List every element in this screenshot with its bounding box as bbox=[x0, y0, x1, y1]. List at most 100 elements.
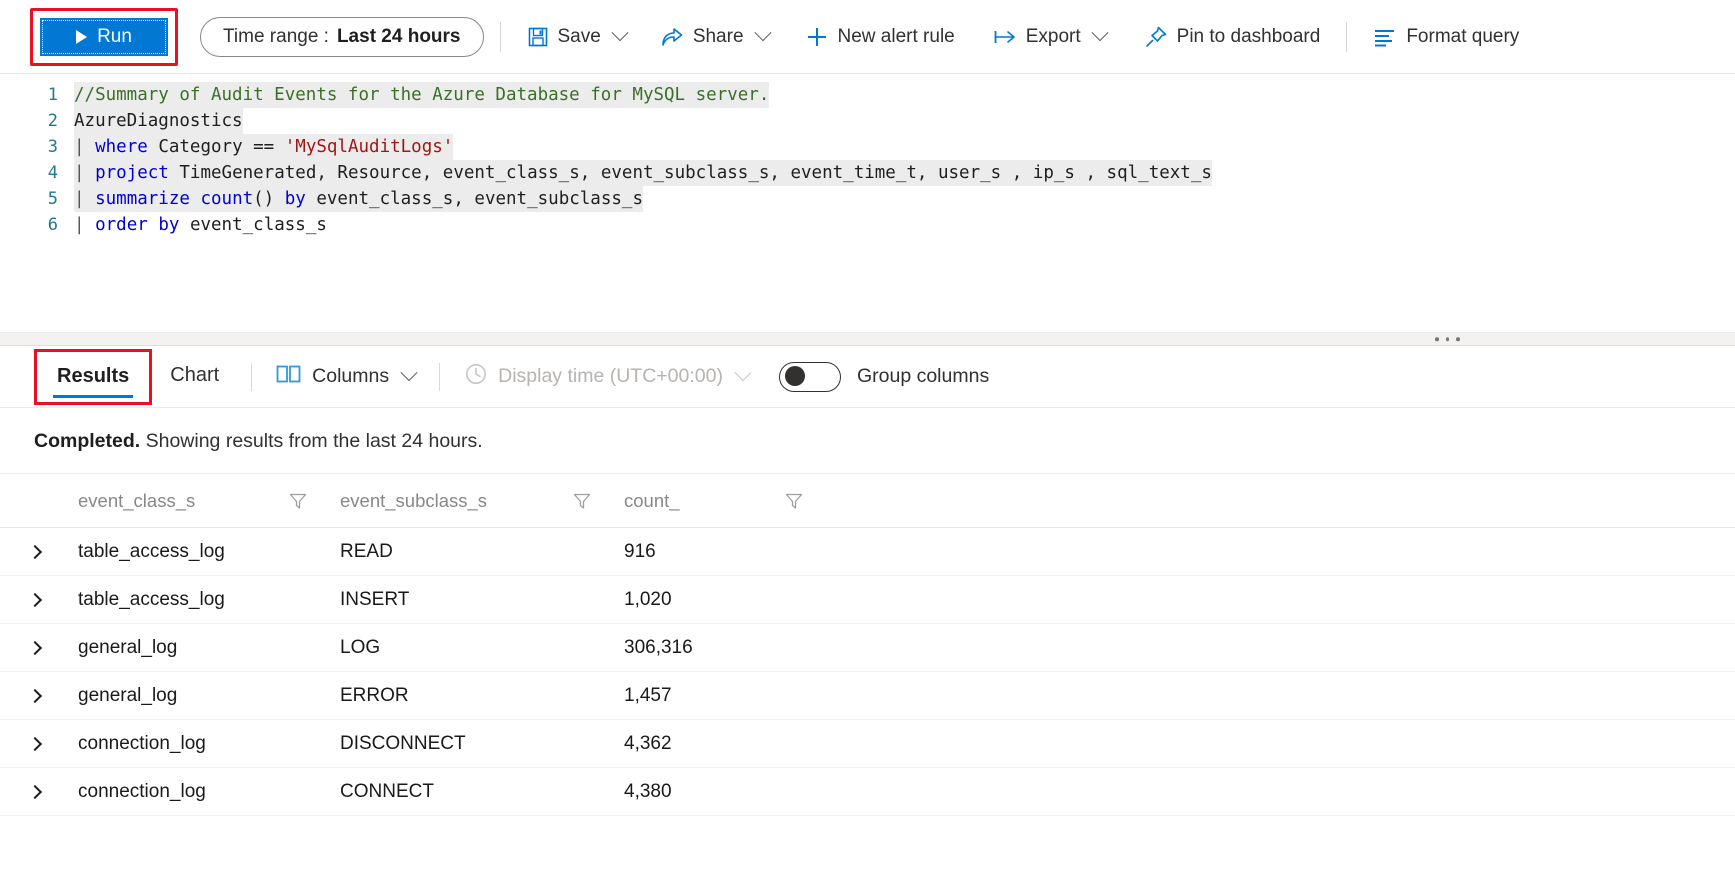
tab-results[interactable]: Results bbox=[43, 355, 143, 401]
code-content: | summarize count() by event_class_s, ev… bbox=[74, 186, 643, 212]
pipe-token: | bbox=[74, 215, 85, 235]
time-range-label: Time range : bbox=[223, 26, 329, 48]
cell-count: 306,316 bbox=[624, 637, 784, 659]
column-header-event-class[interactable]: event_class_s bbox=[78, 490, 288, 512]
code-table-name: AzureDiagnostics bbox=[74, 108, 243, 134]
cell-event-subclass: CONNECT bbox=[340, 781, 572, 803]
keyword-token: project bbox=[95, 163, 169, 183]
table-row[interactable]: table_access_logREAD916 bbox=[0, 528, 1735, 576]
by-token: by bbox=[158, 215, 179, 235]
table-row[interactable]: connection_logCONNECT4,380 bbox=[0, 768, 1735, 816]
column-header-event-subclass[interactable]: event_subclass_s bbox=[340, 490, 572, 512]
save-label: Save bbox=[558, 26, 601, 48]
cell-event-class: connection_log bbox=[78, 733, 288, 755]
results-divider-1 bbox=[251, 363, 252, 391]
chevron-right-icon[interactable] bbox=[30, 547, 78, 557]
groupby-columns-token: event_class_s, event_subclass_s bbox=[306, 189, 643, 209]
chevron-down-icon bbox=[1091, 24, 1108, 41]
chevron-right-icon[interactable] bbox=[30, 595, 78, 605]
export-button[interactable]: Export bbox=[983, 20, 1116, 54]
code-line-3: 3 | where Category == 'MySqlAuditLogs' bbox=[0, 134, 1735, 160]
code-line-2: 2 AzureDiagnostics bbox=[0, 108, 1735, 134]
filter-funnel-icon[interactable] bbox=[288, 491, 340, 511]
export-label: Export bbox=[1026, 26, 1081, 48]
pin-icon bbox=[1144, 25, 1168, 49]
display-time-button[interactable]: Display time (UTC+00:00) bbox=[458, 356, 755, 398]
line-number: 6 bbox=[0, 212, 74, 238]
status-detail: Showing results from the last 24 hours. bbox=[140, 430, 483, 452]
table-row[interactable]: table_access_logINSERT1,020 bbox=[0, 576, 1735, 624]
cell-event-class: connection_log bbox=[78, 781, 288, 803]
run-button[interactable]: Run bbox=[40, 18, 168, 56]
results-tabbar: Results Chart Columns bbox=[0, 346, 1735, 408]
kql-query-editor[interactable]: 1 //Summary of Audit Events for the Azur… bbox=[0, 74, 1735, 332]
columns-icon bbox=[276, 364, 302, 390]
code-comment: //Summary of Audit Events for the Azure … bbox=[74, 82, 769, 108]
keyword-token: where bbox=[95, 137, 148, 157]
pipe-token: | bbox=[74, 137, 85, 157]
toolbar-divider-1 bbox=[500, 22, 501, 52]
time-range-value: Last 24 hours bbox=[337, 26, 461, 48]
results-pane: Results Chart Columns bbox=[0, 346, 1735, 891]
splitter-grip-icon[interactable] bbox=[1435, 337, 1460, 341]
table-body: table_access_logREAD916table_access_logI… bbox=[0, 528, 1735, 816]
line-number: 5 bbox=[0, 186, 74, 212]
format-query-button[interactable]: Format query bbox=[1363, 20, 1529, 54]
cell-event-class: general_log bbox=[78, 685, 288, 707]
chevron-right-icon[interactable] bbox=[30, 643, 78, 653]
share-button[interactable]: Share bbox=[650, 20, 779, 54]
code-content: | order by event_class_s bbox=[74, 212, 327, 238]
cell-count: 4,362 bbox=[624, 733, 784, 755]
column-header-count[interactable]: count_ bbox=[624, 490, 784, 512]
pipe-token: | bbox=[74, 189, 85, 209]
group-columns-toggle[interactable] bbox=[779, 362, 841, 392]
chevron-right-icon[interactable] bbox=[30, 739, 78, 749]
tab-chart[interactable]: Chart bbox=[156, 354, 233, 400]
pin-to-dashboard-button[interactable]: Pin to dashboard bbox=[1134, 19, 1331, 55]
share-icon bbox=[660, 26, 684, 48]
table-row[interactable]: general_logERROR1,457 bbox=[0, 672, 1735, 720]
plus-icon bbox=[805, 25, 829, 49]
cell-event-subclass: LOG bbox=[340, 637, 572, 659]
columns-button[interactable]: Columns bbox=[270, 358, 421, 396]
line-number: 2 bbox=[0, 108, 74, 134]
columns-token: TimeGenerated, Resource, event_class_s, … bbox=[169, 163, 1212, 183]
table-row[interactable]: connection_logDISCONNECT4,362 bbox=[0, 720, 1735, 768]
new-alert-rule-button[interactable]: New alert rule bbox=[795, 19, 965, 55]
pipe-token: | bbox=[74, 163, 85, 183]
format-query-label: Format query bbox=[1406, 26, 1519, 48]
code-line-6: 6 | order by event_class_s bbox=[0, 212, 1735, 238]
cell-event-class: table_access_log bbox=[78, 589, 288, 611]
line-number: 4 bbox=[0, 160, 74, 186]
columns-label: Columns bbox=[312, 365, 389, 388]
table-row[interactable]: general_logLOG306,316 bbox=[0, 624, 1735, 672]
run-button-label: Run bbox=[97, 26, 132, 48]
filter-funnel-icon[interactable] bbox=[572, 491, 624, 511]
display-time-label: Display time (UTC+00:00) bbox=[498, 365, 723, 388]
line-number: 1 bbox=[0, 82, 74, 108]
keyword-token: summarize bbox=[95, 189, 190, 209]
cell-count: 1,457 bbox=[624, 685, 784, 707]
toolbar-divider-2 bbox=[1346, 22, 1347, 52]
chevron-right-icon[interactable] bbox=[30, 691, 78, 701]
pane-splitter[interactable] bbox=[0, 332, 1735, 346]
time-range-picker[interactable]: Time range : Last 24 hours bbox=[200, 17, 484, 57]
toggle-knob bbox=[785, 366, 805, 386]
cell-event-class: table_access_log bbox=[78, 541, 288, 563]
chevron-right-icon[interactable] bbox=[30, 787, 78, 797]
play-icon bbox=[76, 30, 87, 44]
save-icon bbox=[527, 26, 549, 48]
share-label: Share bbox=[693, 26, 744, 48]
filter-funnel-icon[interactable] bbox=[784, 491, 836, 511]
code-content: | project TimeGenerated, Resource, event… bbox=[74, 160, 1212, 186]
column-token: Category == bbox=[148, 137, 285, 157]
query-toolbar: Run Time range : Last 24 hours Save bbox=[0, 0, 1735, 74]
cell-count: 916 bbox=[624, 541, 784, 563]
table-header-row: event_class_s event_subclass_s count_ bbox=[0, 474, 1735, 528]
save-button[interactable]: Save bbox=[517, 20, 636, 54]
keyword-token: order bbox=[95, 215, 148, 235]
by-token: by bbox=[285, 189, 306, 209]
paren-token: () bbox=[253, 189, 285, 209]
code-line-5: 5 | summarize count() by event_class_s, … bbox=[0, 186, 1735, 212]
function-token: count bbox=[190, 189, 253, 209]
